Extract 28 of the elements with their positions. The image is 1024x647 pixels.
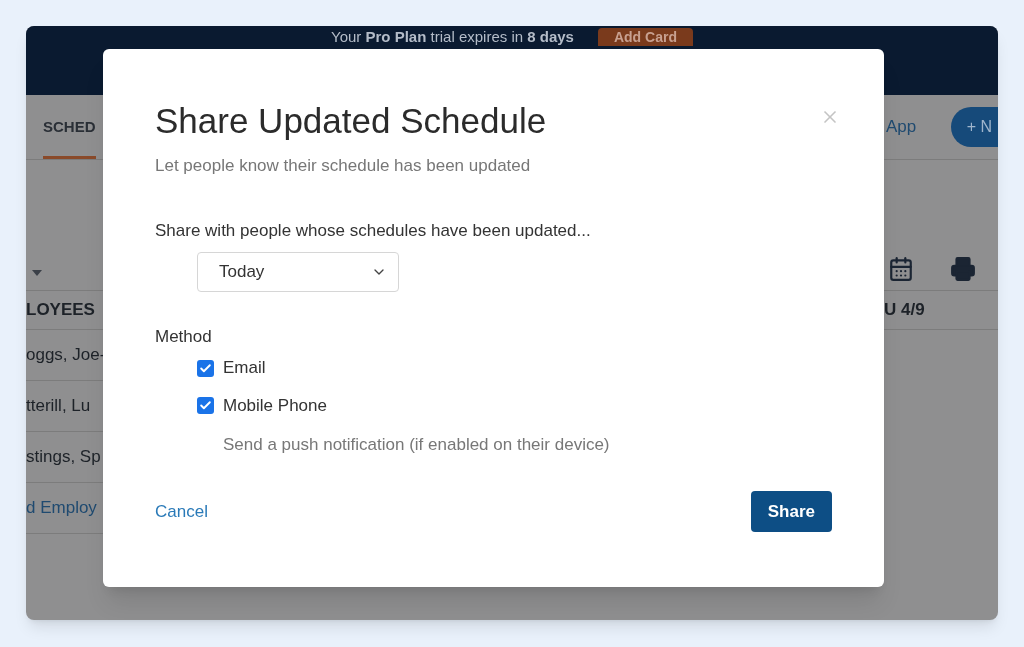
employee-name: oggs, Joe- bbox=[26, 344, 106, 367]
share-label: Share with people whose schedules have been updated... bbox=[155, 220, 592, 243]
add-employee-link[interactable]: d Employ bbox=[26, 495, 97, 521]
method-hint: Send a push notification (if enabled on their device) bbox=[223, 434, 611, 457]
method-checkbox[interactable] bbox=[197, 359, 214, 377]
print-icon[interactable] bbox=[950, 256, 976, 282]
share-button[interactable]: Share bbox=[750, 491, 832, 532]
date-header: U 4/9 bbox=[884, 299, 925, 322]
check-icon bbox=[199, 399, 212, 412]
method-option-label: Email bbox=[223, 357, 266, 380]
schedule-tab[interactable]: SCHED bbox=[43, 115, 96, 159]
method-option-label: Mobile Phone bbox=[223, 394, 327, 417]
dialog-title: Share Updated Schedule bbox=[155, 100, 547, 142]
cancel-link[interactable]: Cancel bbox=[155, 498, 208, 525]
add-card-button[interactable]: Add Card bbox=[597, 28, 693, 46]
dialog-subtitle: Let people know their schedule has been updated bbox=[155, 154, 532, 177]
trial-message: Your Pro Plan trial expires in 8 days bbox=[331, 29, 574, 44]
method-label: Method bbox=[155, 325, 213, 348]
dropdown-caret-icon[interactable] bbox=[32, 270, 42, 276]
calendar-icon[interactable] bbox=[888, 256, 914, 282]
employees-header: LOYEES bbox=[26, 299, 95, 322]
new-button[interactable]: + N bbox=[950, 107, 998, 147]
period-select[interactable]: Today bbox=[197, 251, 399, 292]
app-link[interactable]: App bbox=[886, 114, 917, 140]
method-checkbox[interactable] bbox=[197, 397, 214, 414]
employee-name: tterill, Lu bbox=[26, 395, 91, 418]
check-icon bbox=[199, 361, 212, 375]
employee-name: stings, Sp bbox=[26, 446, 101, 469]
